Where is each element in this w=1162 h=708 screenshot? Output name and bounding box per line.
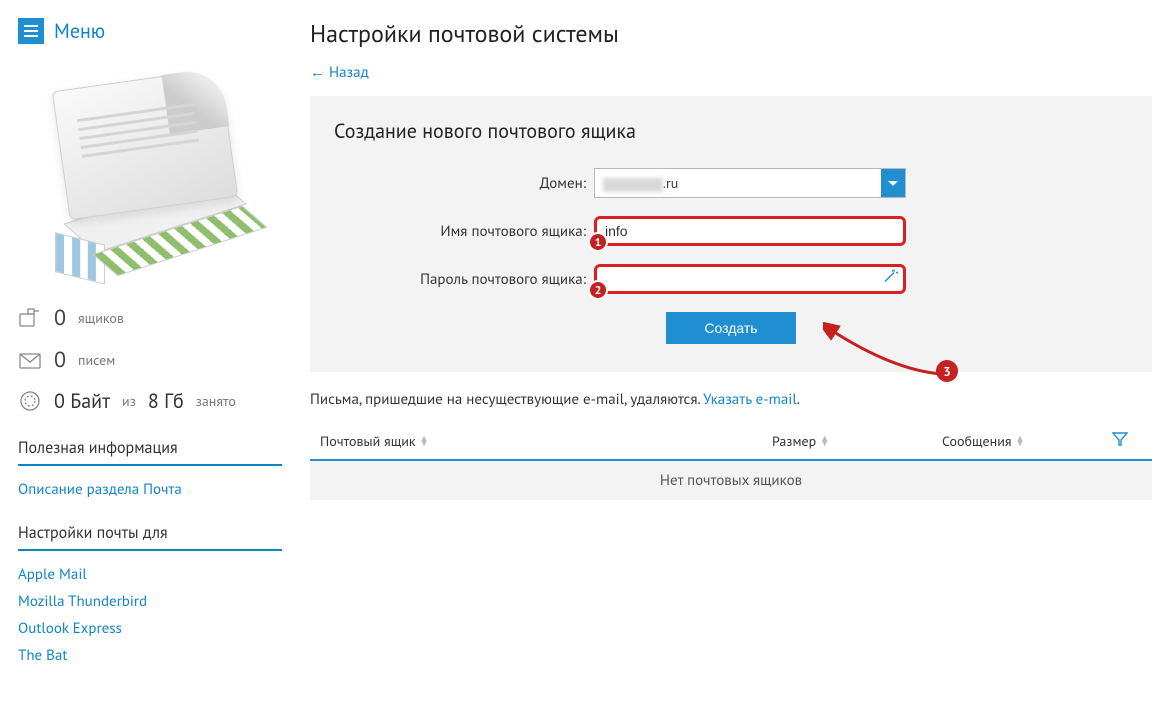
menu-label: Меню [54, 18, 105, 44]
back-link[interactable]: ← Назад [310, 63, 369, 82]
letter-count-label: писем [78, 351, 115, 369]
panel-title: Создание нового почтового ящика [334, 118, 1128, 144]
domain-select[interactable]: .ru [594, 168, 906, 198]
stat-storage: 0 Байт из 8 Гб занято [18, 388, 282, 414]
col-messages[interactable]: Сообщения ▲▼ [942, 432, 1112, 450]
storage-total: 8 Гб [148, 388, 184, 414]
section-mail-clients: Настройки почты для [18, 513, 282, 551]
link-mail-description[interactable]: Описание раздела Почта [18, 476, 282, 503]
letter-count: 0 [54, 346, 66, 374]
table-empty-row: Нет почтовых ящиков [310, 461, 1152, 500]
link-apple-mail[interactable]: Apple Mail [18, 561, 282, 588]
envelope-icon [18, 349, 42, 371]
mail-illustration [20, 74, 280, 284]
magic-wand-icon[interactable] [882, 269, 898, 290]
create-mailbox-panel: Создание нового почтового ящика Домен: .… [310, 96, 1152, 372]
mailbox-count-label: ящиков [78, 309, 124, 327]
chevron-down-icon [881, 169, 905, 197]
menu-button[interactable]: Меню [18, 18, 282, 44]
sort-icon: ▲▼ [1016, 436, 1025, 446]
mailbox-name-input[interactable] [594, 216, 906, 246]
link-thunderbird[interactable]: Mozilla Thunderbird [18, 588, 282, 615]
callout-badge-2: 2 [588, 280, 608, 300]
page-title: Настройки почтовой системы [310, 18, 1152, 49]
arrow-annotation-icon [823, 322, 943, 382]
gauge-icon [18, 390, 42, 412]
section-useful-info: Полезная информация [18, 428, 282, 466]
storage-of: из [122, 392, 136, 410]
storage-used: 0 Байт [54, 388, 110, 414]
label-domain: Домен: [334, 174, 594, 193]
callout-badge-1: 1 [588, 232, 608, 252]
notice-row: Письма, пришедшие на несуществующие e-ma… [310, 390, 1152, 409]
domain-value: .ru [603, 174, 678, 192]
link-the-bat[interactable]: The Bat [18, 642, 282, 669]
storage-suffix: занято [196, 392, 236, 410]
col-size[interactable]: Размер ▲▼ [772, 432, 942, 450]
callout-badge-3: 3 [936, 360, 958, 382]
hamburger-icon [18, 18, 44, 44]
mailbox-count: 0 [54, 304, 66, 332]
funnel-icon [1112, 431, 1128, 451]
sort-icon: ▲▼ [420, 436, 429, 446]
label-mailbox-password: Пароль почтового ящика: [334, 270, 594, 289]
label-mailbox-name: Имя почтового ящика: [334, 222, 594, 241]
create-button[interactable]: Создать [666, 312, 795, 344]
sort-icon: ▲▼ [820, 436, 829, 446]
table-header: Почтовый ящик ▲▼ Размер ▲▼ Сообщения ▲▼ [310, 423, 1152, 461]
filter-button[interactable] [1112, 431, 1142, 451]
notice-text: Письма, пришедшие на несуществующие e-ma… [310, 390, 703, 409]
mailbox-icon [18, 307, 42, 329]
mailbox-password-input[interactable] [594, 264, 906, 294]
stat-letters: 0 писем [18, 346, 282, 374]
link-outlook-express[interactable]: Outlook Express [18, 615, 282, 642]
notice-link[interactable]: Указать e-mail [703, 390, 797, 409]
col-mailbox[interactable]: Почтовый ящик ▲▼ [320, 432, 772, 450]
stat-mailboxes: 0 ящиков [18, 304, 282, 332]
